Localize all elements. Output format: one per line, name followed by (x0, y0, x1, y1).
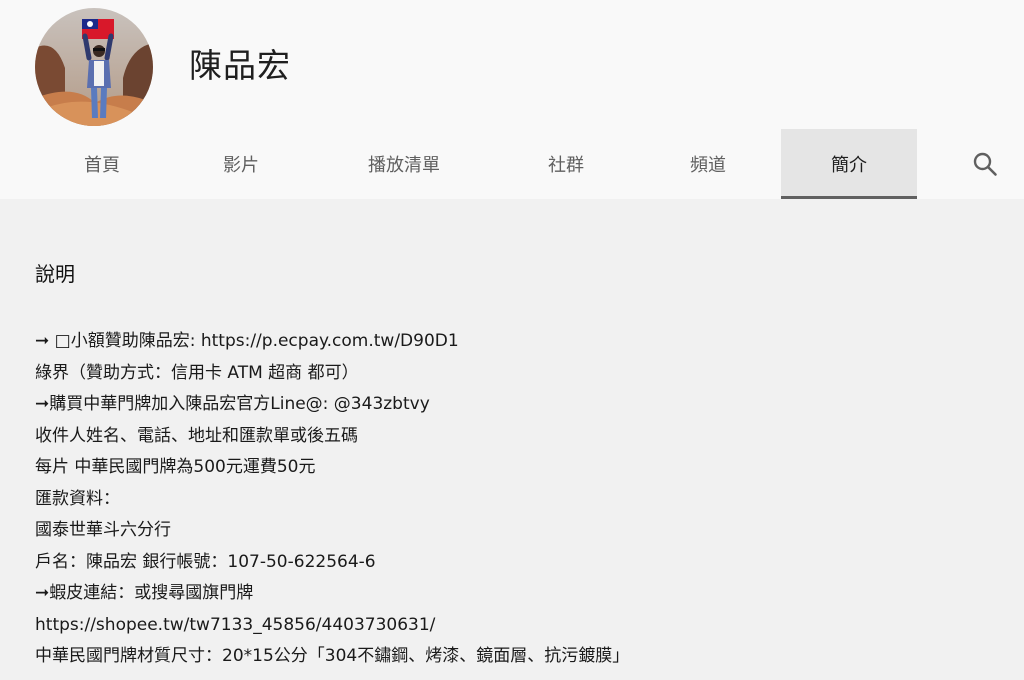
arrow-glyph: ➞ (35, 331, 50, 351)
avatar-image (35, 8, 153, 126)
description-line: 戶名：陳品宏 銀行帳號：107-50-622564-6 (35, 547, 995, 579)
arrow-glyph: ➞ (35, 394, 50, 414)
tab-videos-label: 影片 (223, 155, 259, 176)
channel-about-page: 陳品宏 首頁 影片 播放清單 社群 頻道 簡介 說明 ➞ □小額贊助陳品宏: h… (0, 0, 1024, 680)
description-text: 綠界（贊助方式：信用卡 ATM 超商 都可） (35, 362, 359, 383)
description-heading: 說明 (35, 262, 75, 286)
description-line: 匯款資料： (35, 484, 995, 516)
tab-playlists-label: 播放清單 (368, 155, 440, 176)
description-text: 每片 中華民國門牌為500元運費50元 (35, 457, 316, 477)
description-text: 戶名：陳品宏 銀行帳號：107-50-622564-6 (35, 551, 376, 572)
search-icon (973, 152, 997, 176)
description-text: 匯款資料： (35, 488, 120, 509)
arrow-glyph: ➞ (35, 583, 50, 603)
tab-videos[interactable]: 影片 (173, 129, 309, 199)
about-section: 說明 ➞ □小額贊助陳品宏: https://p.ecpay.com.tw/D9… (35, 255, 995, 673)
description-line: 收件人姓名、電話、地址和匯款單或後五碼 (35, 421, 995, 453)
search-button[interactable] (963, 146, 1007, 182)
description-text: https://shopee.tw/tw7133_45856/440373063… (35, 614, 436, 635)
description-text: 購買中華門牌加入陳品宏官方Line@: @343zbtvy (49, 394, 430, 414)
description-text: 收件人姓名、電話、地址和匯款單或後五碼 (35, 425, 358, 446)
description-line: 中華民國門牌材質尺寸：20*15公分「304不鏽鋼、烤漆、鏡面層、抗污鍍膜」 (35, 641, 995, 673)
description-text: 中華民國門牌材質尺寸：20*15公分「304不鏽鋼、烤漆、鏡面層、抗污鍍膜」 (35, 646, 630, 666)
description-line: 綠界（贊助方式：信用卡 ATM 超商 都可） (35, 358, 995, 390)
description-text: 國泰世華斗六分行 (35, 520, 171, 540)
channel-avatar[interactable] (35, 8, 153, 126)
description-text: 蝦皮連結：或搜尋國旗門牌 (49, 583, 254, 603)
shopee-link[interactable]: https://shopee.tw/tw7133_45856/440373063… (35, 610, 995, 642)
tab-home-label: 首頁 (84, 155, 120, 176)
tab-channels[interactable]: 頻道 (640, 129, 776, 199)
channel-description: ➞ □小額贊助陳品宏: https://p.ecpay.com.tw/D90D1… (35, 326, 995, 673)
tab-about-label: 簡介 (831, 155, 867, 176)
tab-playlists[interactable]: 播放清單 (336, 129, 472, 199)
description-line: 國泰世華斗六分行 (35, 515, 995, 547)
tab-community[interactable]: 社群 (498, 129, 634, 199)
tab-channels-label: 頻道 (690, 155, 726, 176)
tab-about[interactable]: 簡介 (781, 129, 917, 199)
tab-home[interactable]: 首頁 (34, 129, 170, 199)
description-line: ➞ □小額贊助陳品宏: https://p.ecpay.com.tw/D90D1 (35, 326, 995, 358)
description-line: ➞購買中華門牌加入陳品宏官方Line@: @343zbtvy (35, 389, 995, 421)
description-line: ➞蝦皮連結：或搜尋國旗門牌 (35, 578, 995, 610)
description-line: 每片 中華民國門牌為500元運費50元 (35, 452, 995, 484)
description-text: □小額贊助陳品宏: https://p.ecpay.com.tw/D90D1 (49, 331, 459, 351)
tab-community-label: 社群 (548, 155, 584, 176)
channel-name: 陳品宏 (189, 46, 291, 85)
channel-tabs: 首頁 影片 播放清單 社群 頻道 簡介 (0, 129, 1024, 199)
channel-header: 陳品宏 首頁 影片 播放清單 社群 頻道 簡介 (0, 0, 1024, 199)
